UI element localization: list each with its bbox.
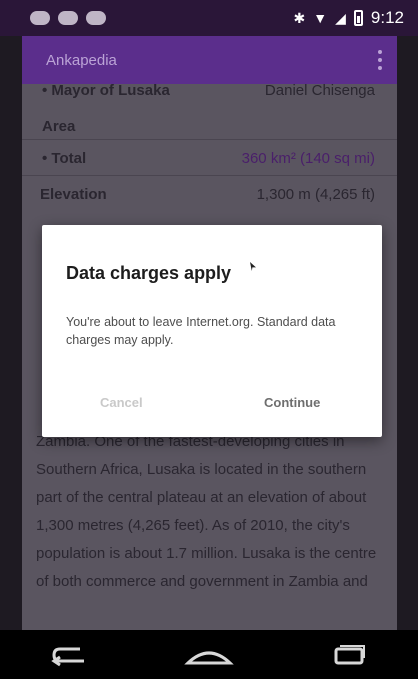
mayor-label: • Mayor of Lusaka (42, 84, 170, 99)
recents-button[interactable] (318, 635, 378, 675)
home-icon (184, 651, 234, 664)
infobox-row-mayor: • Mayor of Lusaka Daniel Chisenga (22, 84, 397, 108)
phone-screen: ✱ ▼ ◢ 9:12 Ankapedia • Mayor of Lusaka D… (0, 0, 418, 679)
article-paragraph: Zambia. One of the fastest-developing ci… (36, 433, 377, 590)
elevation-label: Elevation (40, 185, 107, 203)
mayor-value: Daniel Chisenga (264, 84, 375, 99)
bluetooth-icon: ✱ (293, 9, 306, 26)
area-label: Area (42, 117, 76, 135)
total-label: • Total (42, 149, 87, 167)
recents-icon (334, 644, 366, 664)
total-value[interactable]: 360 km² (140 sq mi) (242, 150, 375, 167)
data-charges-dialog: Data charges apply You're about to leave… (42, 225, 382, 437)
app-bar: Ankapedia (22, 36, 397, 84)
cancel-button[interactable]: Cancel (100, 395, 143, 410)
app-title: Ankapedia (46, 51, 117, 69)
signal-icon: ◢ (335, 9, 346, 26)
notification-icons (30, 11, 106, 25)
wifi-icon: ▼ (313, 10, 328, 26)
infobox-row-elevation: Elevation 1,300 m (4,265 ft) (22, 175, 397, 212)
clock: 9:12 (370, 8, 404, 27)
chat-notification-icon (58, 11, 78, 25)
status-bar: ✱ ▼ ◢ 9:12 (0, 0, 418, 36)
overflow-menu-icon[interactable] (377, 50, 383, 70)
back-icon (50, 647, 84, 666)
dialog-message: You're about to leave Internet.org. Stan… (66, 315, 336, 347)
back-button[interactable] (40, 635, 100, 675)
system-icons: ✱ ▼ ◢ 9:12 (294, 8, 404, 28)
email-notification-icon (86, 11, 106, 25)
app-notification-icon (30, 11, 50, 25)
navigation-bar (0, 630, 418, 679)
elevation-value: 1,300 m (4,265 ft) (256, 185, 375, 203)
infobox-row-total: • Total 360 km² (140 sq mi) (22, 139, 397, 176)
home-button[interactable] (179, 635, 239, 675)
battery-icon (353, 10, 363, 26)
dialog-title: Data charges apply (66, 263, 232, 283)
continue-button[interactable]: Continue (264, 395, 320, 410)
